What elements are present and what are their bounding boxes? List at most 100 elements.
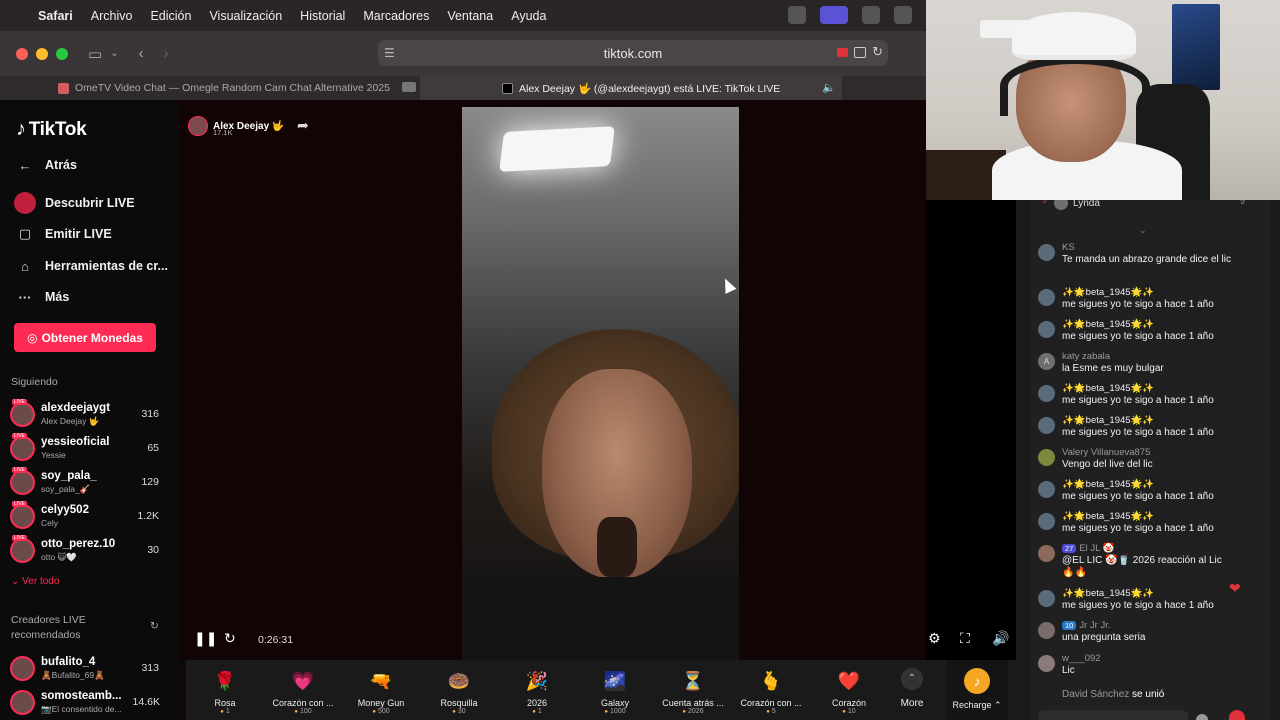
- zoom-window-button[interactable]: [56, 47, 68, 60]
- browser-toolbar: ▭ ⌄ ‹ › ☰ tiktok.com ↻: [0, 31, 926, 76]
- gift-countdown-icon: ⏳: [681, 671, 705, 691]
- back-nav[interactable]: ← Atrás: [14, 154, 77, 176]
- gift-item[interactable]: ❤️Corazón10: [810, 660, 888, 715]
- avatar: [188, 116, 208, 136]
- nav-mas[interactable]: ··· Más: [14, 286, 70, 308]
- share-icon[interactable]: ➦: [297, 117, 309, 134]
- tab-bar: OmeTV Video Chat — Omegle Random Cam Cha…: [0, 76, 926, 100]
- nav-emitir-live[interactable]: ▢ Emitir LIVE: [14, 223, 112, 245]
- live-badge: LIVE: [12, 433, 27, 439]
- menu-ventana[interactable]: Ventana: [447, 9, 493, 23]
- nav-descubrir-live[interactable]: Descubrir LIVE: [14, 192, 135, 214]
- recommended-item[interactable]: somosteamb... 📷El consentido de... 14.6K: [10, 688, 170, 718]
- like-heart-icon: ❤: [1229, 580, 1241, 596]
- gift-item[interactable]: 🌌Galaxy1000: [576, 660, 654, 715]
- more-gifts-button[interactable]: ⌃ More: [894, 668, 930, 709]
- chevron-down-icon[interactable]: ⌄: [1139, 225, 1147, 236]
- tiktok-favicon-icon: [502, 82, 513, 94]
- camera-recording-icon[interactable]: [837, 48, 848, 57]
- chat-input[interactable]: [1038, 710, 1188, 720]
- gift-money-gun-icon: 🔫: [369, 671, 393, 691]
- video-person-shirt: [462, 577, 739, 660]
- forward-icon[interactable]: ›: [164, 45, 169, 62]
- live-video[interactable]: [462, 107, 739, 660]
- cloud-icon[interactable]: [894, 6, 912, 24]
- refresh-icon[interactable]: ↻: [150, 620, 159, 632]
- join-notice: David Sánchez se unió: [1062, 689, 1165, 700]
- chevron-up-icon: ⌃: [901, 668, 923, 690]
- menu-ayuda[interactable]: Ayuda: [511, 9, 546, 23]
- control-icon[interactable]: [862, 6, 880, 24]
- tab-tiktok-live[interactable]: Alex Deejay 🤟 (@alexdeejaygt) está LIVE:…: [420, 76, 842, 100]
- gift-item[interactable]: 🫰Corazón con ...5: [732, 660, 810, 715]
- live-badge: LIVE: [12, 399, 27, 405]
- minimize-window-button[interactable]: [36, 47, 48, 60]
- close-window-button[interactable]: [16, 47, 28, 60]
- screen-share-icon[interactable]: [820, 6, 848, 24]
- avatar: [1038, 449, 1055, 466]
- emoji-icon[interactable]: [1196, 714, 1208, 720]
- avatar: [10, 656, 35, 681]
- avatar: [10, 504, 35, 529]
- avatar: A: [1038, 353, 1055, 370]
- following-item[interactable]: LIVE otto_perez.10 otto 😺🤍 30: [10, 535, 170, 566]
- menu-edicion[interactable]: Edición: [150, 9, 191, 23]
- address-bar[interactable]: ☰ tiktok.com ↻: [378, 40, 888, 66]
- streamer-info[interactable]: Alex Deejay 🤟 17.1K: [188, 116, 284, 137]
- back-icon[interactable]: ‹: [139, 45, 144, 62]
- avatar: [1038, 417, 1055, 434]
- see-all-link[interactable]: ⌄ Ver todo: [11, 576, 59, 587]
- nav-herramientas[interactable]: ⌂ Herramientas de cr...: [14, 255, 168, 277]
- volume-icon[interactable]: 🔊: [992, 630, 1009, 647]
- following-item[interactable]: LIVE soy_pala_ soy_pala_🎸 129: [10, 467, 170, 498]
- gift-item[interactable]: ⏳Cuenta atrás ...2026: [654, 660, 732, 715]
- likes-count: 17.1K: [213, 128, 233, 137]
- tab-ometv[interactable]: OmeTV Video Chat — Omegle Random Cam Cha…: [0, 76, 420, 100]
- menu-historial[interactable]: Historial: [300, 9, 345, 23]
- menu-app[interactable]: Safari: [38, 9, 73, 23]
- fullscreen-icon[interactable]: ⛶: [960, 630, 970, 647]
- fan-level-badge: 10: [1062, 621, 1077, 630]
- wall-poster: [1172, 4, 1220, 90]
- tiktok-note-icon: ♪: [16, 118, 26, 140]
- gift-item[interactable]: 🍩Rosquilla30: [420, 660, 498, 715]
- following-item[interactable]: LIVE celyy502 Cely 1.2K: [10, 501, 170, 532]
- reload-icon[interactable]: ↻: [872, 44, 883, 60]
- camera-icon[interactable]: [402, 82, 416, 92]
- following-item[interactable]: LIVE yessieoficial Yessie 65: [10, 433, 170, 464]
- following-item[interactable]: LIVE alexdeejaygt Alex Deejay 🤟 316: [10, 399, 170, 430]
- tiktok-logo[interactable]: ♪ TikTok: [16, 118, 87, 141]
- sidebar-icon[interactable]: ▭: [88, 45, 102, 63]
- gift-item[interactable]: 💗Corazón con ...100: [264, 660, 342, 715]
- pause-icon[interactable]: ❚❚: [194, 630, 217, 647]
- like-button[interactable]: [1229, 710, 1245, 720]
- ceiling-light: [499, 126, 615, 172]
- settings-icon[interactable]: ⚙: [928, 630, 941, 647]
- recharge-button[interactable]: ♪ Recharge ⌃: [946, 660, 1008, 720]
- gift-item[interactable]: 🌹Rosa1: [186, 660, 264, 715]
- gift-galaxy-icon: 🌌: [603, 671, 627, 691]
- left-sidebar: ♪ TikTok ← Atrás Descubrir LIVE ▢ Emitir…: [0, 100, 180, 720]
- speaker-icon[interactable]: 🔈: [822, 81, 836, 94]
- video-camera-icon: ▢: [18, 226, 32, 241]
- avatar: [1038, 289, 1055, 306]
- menu-marcadores[interactable]: Marcadores: [363, 9, 429, 23]
- avatar: [1038, 244, 1055, 261]
- replay-icon[interactable]: ↻: [224, 630, 236, 647]
- menu-visualizacion[interactable]: Visualización: [209, 9, 282, 23]
- chevron-down-icon[interactable]: ⌄: [110, 48, 118, 59]
- window-controls: [16, 47, 68, 60]
- gift-item[interactable]: 🔫Money Gun500: [342, 660, 420, 715]
- avatar: [10, 538, 35, 563]
- picture-in-picture-icon[interactable]: [854, 47, 866, 58]
- status-icon[interactable]: [788, 6, 806, 24]
- creator-tools-icon: ⌂: [21, 258, 29, 274]
- gift-item[interactable]: 🎉20261: [498, 660, 576, 715]
- menu-archivo[interactable]: Archivo: [91, 9, 133, 23]
- get-coins-button[interactable]: ◎ Obtener Monedas: [14, 323, 156, 352]
- recommended-item[interactable]: bufalito_4 🧸Bufalito_69🧸 313: [10, 654, 170, 684]
- page-menu-icon[interactable]: ☰: [384, 46, 395, 60]
- avatar: [1038, 545, 1055, 562]
- webcam-overlay: [926, 0, 1280, 200]
- arrow-left-icon: ←: [18, 157, 32, 173]
